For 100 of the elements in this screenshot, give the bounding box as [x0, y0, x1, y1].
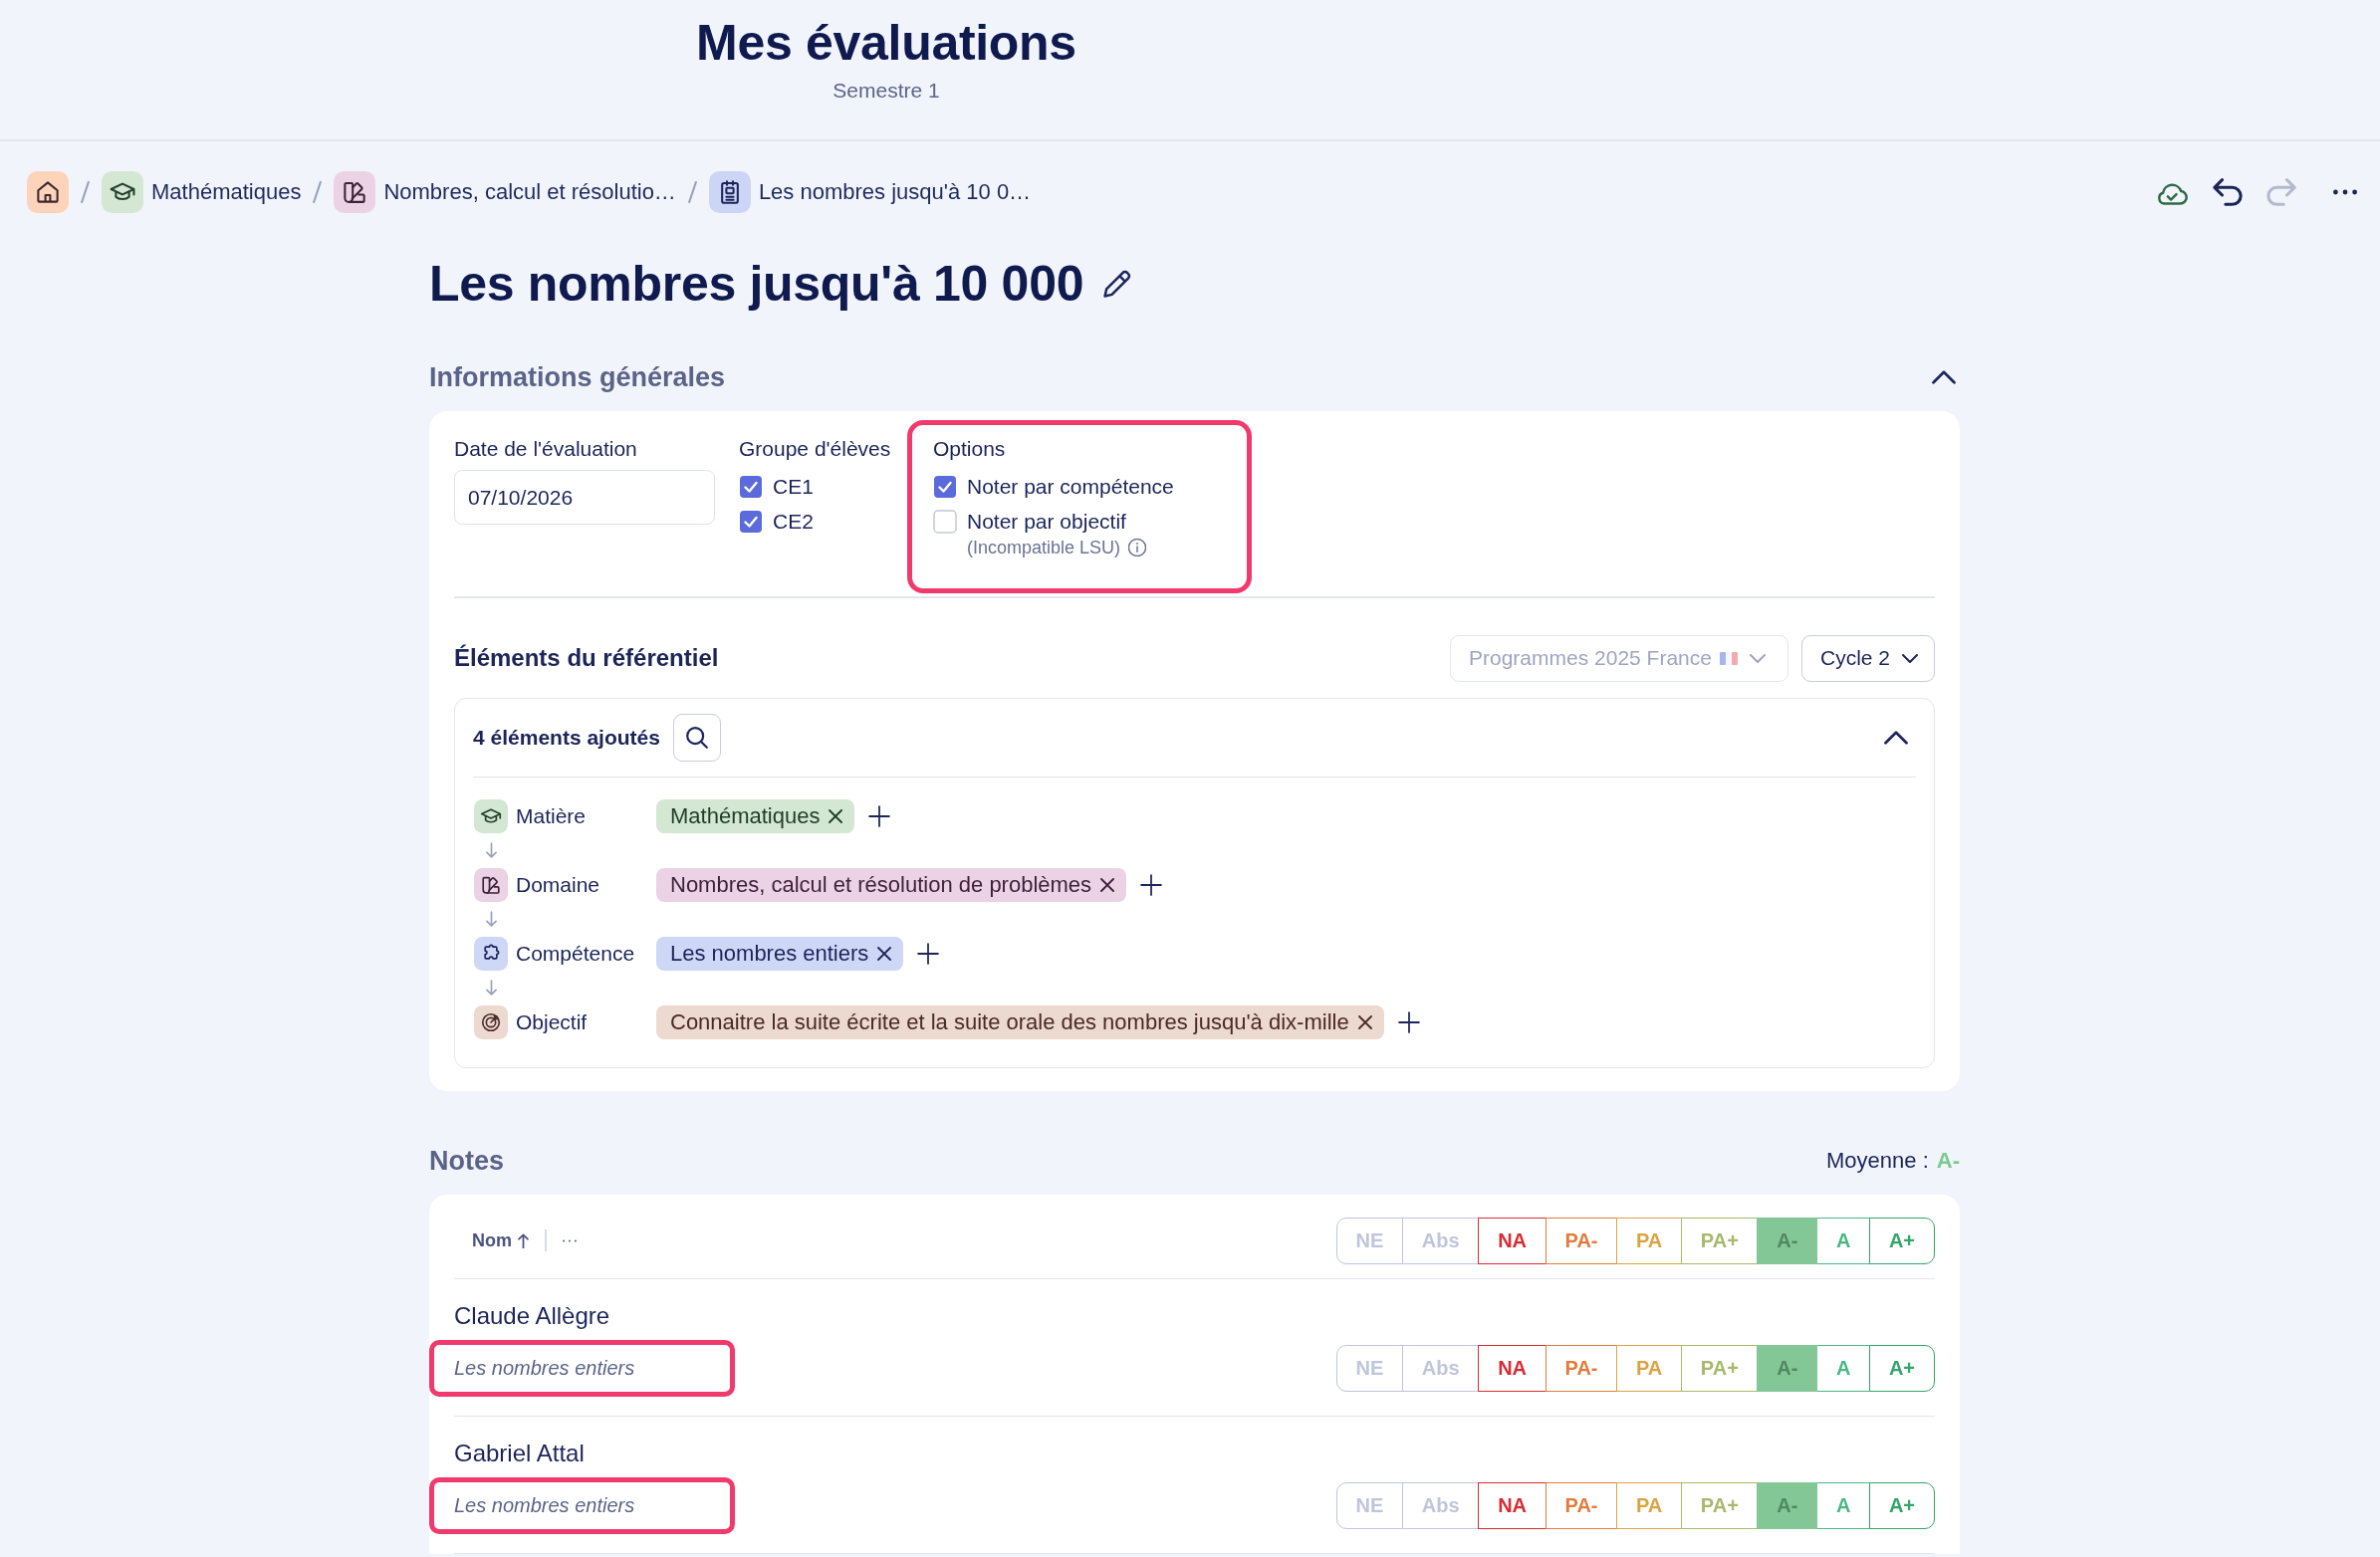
document-title: Les nombres jusqu'à 10 000	[429, 256, 1084, 312]
checkbox[interactable]	[739, 509, 763, 534]
competence-label: Les nombres entiers	[454, 1493, 635, 1517]
plus-icon[interactable]	[868, 804, 891, 827]
grade-button[interactable]: PA	[1616, 1217, 1683, 1264]
arrow-down-icon	[486, 842, 497, 858]
grade-button[interactable]: PA+	[1680, 1344, 1759, 1392]
arrow-down-icon	[486, 980, 497, 996]
grade-button[interactable]: A-	[1757, 1481, 1818, 1529]
grade-button[interactable]: PA-	[1545, 1344, 1618, 1392]
tag-label: Connaitre la suite écrite et la suite orale des nombres jusqu'à dix-mille	[670, 1008, 1349, 1035]
plus-icon[interactable]	[1397, 1010, 1420, 1033]
chevron-up-icon[interactable]	[1884, 730, 1908, 745]
puzzle-icon	[474, 936, 508, 971]
grade-button[interactable]: A-	[1757, 1344, 1818, 1392]
checkbox-label: CE2	[773, 509, 814, 534]
arrow-down-icon	[486, 911, 497, 927]
grade-button[interactable]: NE	[1335, 1217, 1404, 1264]
sort-button[interactable]: Nom	[472, 1229, 529, 1251]
page-subtitle: Semestre 1	[833, 78, 940, 104]
swatch-icon	[474, 867, 508, 902]
search-icon	[685, 726, 708, 749]
checkbox[interactable]	[933, 474, 957, 499]
grade-button[interactable]: Abs	[1401, 1217, 1480, 1264]
grade-button[interactable]: A+	[1868, 1217, 1935, 1264]
more-icon[interactable]	[2332, 189, 2358, 195]
grade-button[interactable]: PA	[1616, 1344, 1683, 1392]
info-icon[interactable]	[1128, 539, 1147, 556]
grade-button[interactable]: NA	[1478, 1344, 1547, 1392]
search-button[interactable]	[672, 713, 721, 762]
tag-label: Nombres, calcul et résolution de problèmes	[670, 871, 1092, 898]
grade-button[interactable]: PA-	[1545, 1217, 1618, 1264]
option-note: (Incompatible LSU)	[967, 537, 1121, 558]
breadcrumb-link[interactable]: Les nombres jusqu'à 10 0…	[708, 171, 1032, 213]
slash-icon	[81, 180, 90, 204]
grade-button[interactable]: NA	[1478, 1217, 1547, 1264]
field-label: Date de l'évaluation	[454, 437, 637, 461]
section-title: Informations générales	[429, 361, 726, 394]
chevron-down-icon	[1902, 653, 1918, 663]
grade-button[interactable]: A-	[1757, 1217, 1818, 1264]
grade-button[interactable]: A	[1815, 1344, 1871, 1392]
breadcrumb-link[interactable]: Nombres, calcul et résolutio…	[334, 171, 676, 213]
section-title: Notes	[429, 1144, 504, 1178]
more-icon[interactable]	[562, 1238, 577, 1242]
chevron-down-icon	[1749, 653, 1766, 663]
tag-label: Les nombres entiers	[670, 940, 869, 967]
row-label: Compétence	[516, 941, 635, 966]
student-name: Gabriel Attal	[454, 1440, 585, 1466]
slash-icon	[687, 180, 697, 204]
grade-button[interactable]: PA+	[1680, 1217, 1759, 1264]
checkbox-label: Noter par objectif	[967, 509, 1126, 534]
grade-button[interactable]: PA	[1616, 1481, 1683, 1529]
grade-button[interactable]: A	[1815, 1481, 1871, 1529]
chevron-up-icon[interactable]	[1932, 370, 1956, 384]
grade-button[interactable]: NE	[1335, 1481, 1404, 1529]
graduation-cap-icon	[474, 798, 508, 833]
breadcrumb-link[interactable]: Mathématiques	[102, 171, 302, 213]
flag-icon	[1719, 651, 1738, 665]
pencil-icon[interactable]	[1103, 270, 1132, 298]
grade-button[interactable]: PA-	[1545, 1481, 1618, 1529]
checkbox[interactable]	[933, 509, 957, 534]
slash-icon	[313, 180, 323, 204]
grade-button[interactable]: Abs	[1401, 1344, 1480, 1392]
plus-icon[interactable]	[917, 942, 940, 965]
subsection-title: Éléments du référentiel	[454, 644, 719, 672]
close-icon[interactable]	[877, 946, 892, 961]
field-label: Groupe d'élèves	[739, 437, 891, 461]
grade-button[interactable]: PA+	[1680, 1481, 1759, 1529]
row-label: Matière	[516, 803, 587, 828]
row-label: Objectif	[516, 1009, 588, 1034]
grade-button[interactable]: A+	[1868, 1344, 1935, 1392]
grade-button[interactable]: NA	[1478, 1481, 1547, 1529]
added-count: 4 éléments ajoutés	[473, 725, 660, 750]
page-title: Mes évaluations	[696, 14, 1076, 72]
home-icon[interactable]	[27, 171, 69, 213]
undo-icon[interactable]	[2213, 178, 2243, 206]
graduation-cap-icon	[102, 171, 143, 213]
checkbox-label: CE1	[773, 474, 814, 499]
dropdown[interactable]: Cycle 2	[1800, 634, 1935, 682]
field-label: Options	[933, 437, 1006, 461]
plus-icon[interactable]	[1140, 873, 1163, 896]
document-icon	[708, 171, 751, 213]
grade-button[interactable]: Abs	[1401, 1481, 1480, 1529]
close-icon[interactable]	[1357, 1014, 1372, 1029]
tag-label: Mathématiques	[670, 802, 821, 829]
checkbox-label: Noter par compétence	[967, 474, 1174, 499]
close-icon[interactable]	[829, 808, 843, 823]
swatch-icon	[334, 171, 376, 213]
grade-button[interactable]: A	[1815, 1217, 1871, 1264]
grade-button[interactable]: A+	[1868, 1481, 1935, 1529]
average-value: A-	[1936, 1147, 1960, 1174]
student-name: Claude Allègre	[454, 1302, 610, 1329]
grade-button[interactable]: NE	[1335, 1344, 1404, 1392]
average-label: Moyenne :	[1826, 1147, 1929, 1174]
competence-label: Les nombres entiers	[454, 1356, 635, 1380]
target-icon	[474, 1004, 508, 1039]
checkbox[interactable]	[739, 474, 763, 499]
close-icon[interactable]	[1100, 877, 1115, 892]
row-label: Domaine	[516, 872, 600, 897]
date-field[interactable]: 07/10/2026	[454, 470, 715, 525]
